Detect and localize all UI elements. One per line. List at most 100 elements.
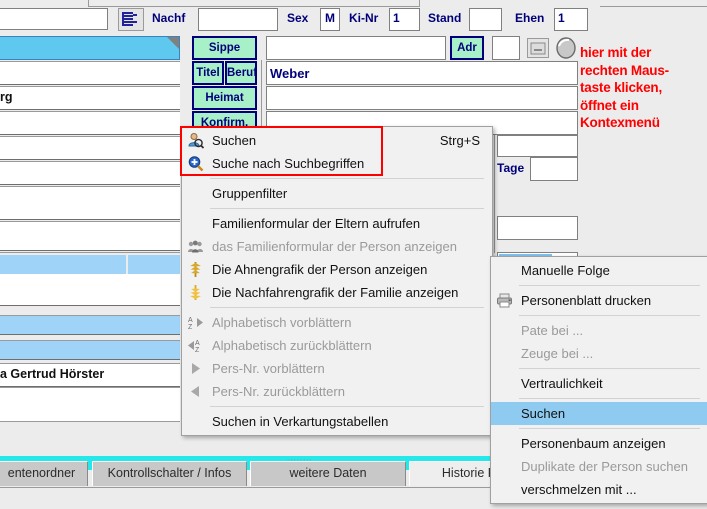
printer-icon <box>496 292 513 309</box>
menu-item-gruppenfilter[interactable]: Gruppenfilter <box>182 182 492 205</box>
menu-separator <box>519 315 700 316</box>
kinr-label: Ki-Nr <box>349 11 379 25</box>
note-button[interactable] <box>527 38 549 58</box>
date-row-b[interactable] <box>128 255 180 274</box>
tage-label: Tage <box>497 161 525 175</box>
name-row-selected[interactable] <box>0 36 180 60</box>
menu-separator <box>210 178 484 179</box>
seal-button[interactable] <box>554 36 578 60</box>
ehen-label: Ehen <box>515 11 545 25</box>
tab-weitere-daten[interactable]: weitere Daten <box>250 461 406 486</box>
svg-text:A: A <box>195 340 200 347</box>
sippe-button[interactable]: Sippe <box>192 36 257 60</box>
right-panel-divider <box>494 135 495 253</box>
linked-records-icon <box>122 12 137 26</box>
menu-item-label: Alphabetisch zurückblättern <box>212 338 372 353</box>
menu-item-label: Die Nachfahrengrafik der Familie anzeige… <box>212 285 459 300</box>
menu-separator <box>519 368 700 369</box>
menu-item-label: Pers-Nr. zurückblättern <box>212 384 345 399</box>
tab-bottom-border <box>0 487 495 488</box>
tab-entenordner[interactable]: entenordner <box>0 461 88 486</box>
submenu-item-zeuge-bei: Zeuge bei ... <box>491 342 707 365</box>
az-backward-icon: A Z <box>187 337 204 354</box>
menu-item-label: Duplikate der Person suchen <box>521 459 688 474</box>
menu-item-persnr-zurueck: Pers-Nr. zurückblättern <box>182 380 492 403</box>
seal-icon <box>556 37 576 59</box>
row-field-8[interactable] <box>0 221 180 251</box>
combo-corner[interactable] <box>167 37 179 49</box>
menu-separator <box>519 428 700 429</box>
menu-separator <box>519 285 700 286</box>
sippe-value-field[interactable] <box>266 36 446 60</box>
tage-field[interactable] <box>530 157 578 181</box>
stand-field[interactable] <box>469 8 502 31</box>
name-field-left[interactable] <box>0 8 108 30</box>
submenu-item-suchen[interactable]: Suchen <box>491 402 707 425</box>
titel-button[interactable]: Titel <box>192 61 224 85</box>
menu-item-ahnengrafik[interactable]: Die Ahnengrafik der Person anzeigen <box>182 258 492 281</box>
beruf-value-field[interactable]: Weber <box>266 61 578 85</box>
menu-item-suchen[interactable]: Suchen Strg+S <box>182 129 492 152</box>
highlight-row-1[interactable] <box>0 315 180 335</box>
menu-item-familienformular-eltern[interactable]: Familienformular der Eltern aufrufen <box>182 212 492 235</box>
row-field-7[interactable] <box>0 186 180 220</box>
menu-item-nachfahrengrafik[interactable]: Die Nachfahrengrafik der Familie anzeige… <box>182 281 492 304</box>
row-field-9[interactable] <box>0 274 180 306</box>
menu-item-suchen-verkartungstabellen[interactable]: Suchen in Verkartungstabellen <box>182 410 492 433</box>
submenu-item-verschmelzen-mit[interactable]: verschmelzen mit ... <box>491 478 707 501</box>
row-field-5[interactable] <box>0 136 180 160</box>
submenu-item-manuelle-folge[interactable]: Manuelle Folge <box>491 259 707 282</box>
row-field-10[interactable] <box>0 387 180 421</box>
row-field-4[interactable] <box>0 111 180 135</box>
linked-records-button[interactable] <box>118 8 144 31</box>
column-divider <box>261 60 262 136</box>
submenu-item-personenbaum-anzeigen[interactable]: Personenbaum anzeigen <box>491 432 707 455</box>
menu-item-label: Suche nach Suchbegriffen <box>212 156 365 171</box>
menu-separator <box>210 307 484 308</box>
ancestor-tree-icon <box>187 261 204 278</box>
svg-text:Z: Z <box>188 324 193 331</box>
person-name-row[interactable]: a Gertrud Hörster <box>0 363 180 387</box>
annotation-line-5: Kontexmenü <box>580 115 660 130</box>
kinr-field[interactable]: 1 <box>389 8 420 31</box>
right-field-2[interactable] <box>497 216 578 240</box>
adr-code-field[interactable] <box>492 36 520 60</box>
row-field-2[interactable] <box>0 61 180 85</box>
heimat-button[interactable]: Heimat <box>192 86 257 110</box>
submenu-item-pate-bei: Pate bei ... <box>491 319 707 342</box>
tab-kontrollschalter-infos[interactable]: Kontrollschalter / Infos <box>92 461 247 486</box>
adr-button[interactable]: Adr <box>450 36 484 60</box>
row-field-6[interactable] <box>0 161 180 185</box>
family-group-icon <box>187 238 204 255</box>
menu-item-label: Suchen <box>521 406 566 421</box>
ehen-field[interactable]: 1 <box>554 8 588 31</box>
menu-item-label: Manuelle Folge <box>521 263 610 278</box>
az-forward-icon: A Z <box>187 314 204 331</box>
sub-context-menu[interactable]: Manuelle Folge Personenblatt drucken Pat… <box>490 256 707 504</box>
heimat-value-field[interactable] <box>266 86 578 110</box>
date-row-a[interactable] <box>0 255 126 274</box>
beruf-button[interactable]: Beruf <box>225 61 257 85</box>
top-divider-4 <box>600 6 707 7</box>
menu-item-label: Personenblatt drucken <box>521 293 652 308</box>
menu-item-label: Familienformular der Eltern aufrufen <box>212 216 421 231</box>
panel-bottom-divider <box>0 421 180 422</box>
menu-item-label: Suchen <box>212 133 257 148</box>
application-window: Nachf Sex M Ki-Nr 1 Stand Ehen 1 rg a Ge… <box>0 0 707 509</box>
ort-row[interactable]: rg <box>0 86 180 110</box>
right-field-1[interactable] <box>497 135 578 157</box>
sex-field[interactable]: M <box>320 8 340 31</box>
menu-item-suche-nach-suchbegriffen[interactable]: Suche nach Suchbegriffen <box>182 152 492 175</box>
menu-item-label: Alphabetisch vorblättern <box>212 315 352 330</box>
descendant-tree-icon <box>187 284 204 301</box>
submenu-item-personenblatt-drucken[interactable]: Personenblatt drucken <box>491 289 707 312</box>
menu-item-label: Suchen in Verkartungstabellen <box>212 414 389 429</box>
nachf-field[interactable] <box>198 8 278 31</box>
triangle-right-icon <box>187 360 204 377</box>
highlight-row-2[interactable] <box>0 340 180 360</box>
person-search-icon <box>187 132 204 149</box>
menu-item-alphabetisch-zurueck: A Z Alphabetisch zurückblättern <box>182 334 492 357</box>
menu-item-familienformular-person: das Familienformular der Person anzeigen <box>182 235 492 258</box>
context-menu[interactable]: Suchen Strg+S Suche nach Suchbegriffen G… <box>181 126 493 436</box>
submenu-item-vertraulichkeit[interactable]: Vertraulichkeit <box>491 372 707 395</box>
